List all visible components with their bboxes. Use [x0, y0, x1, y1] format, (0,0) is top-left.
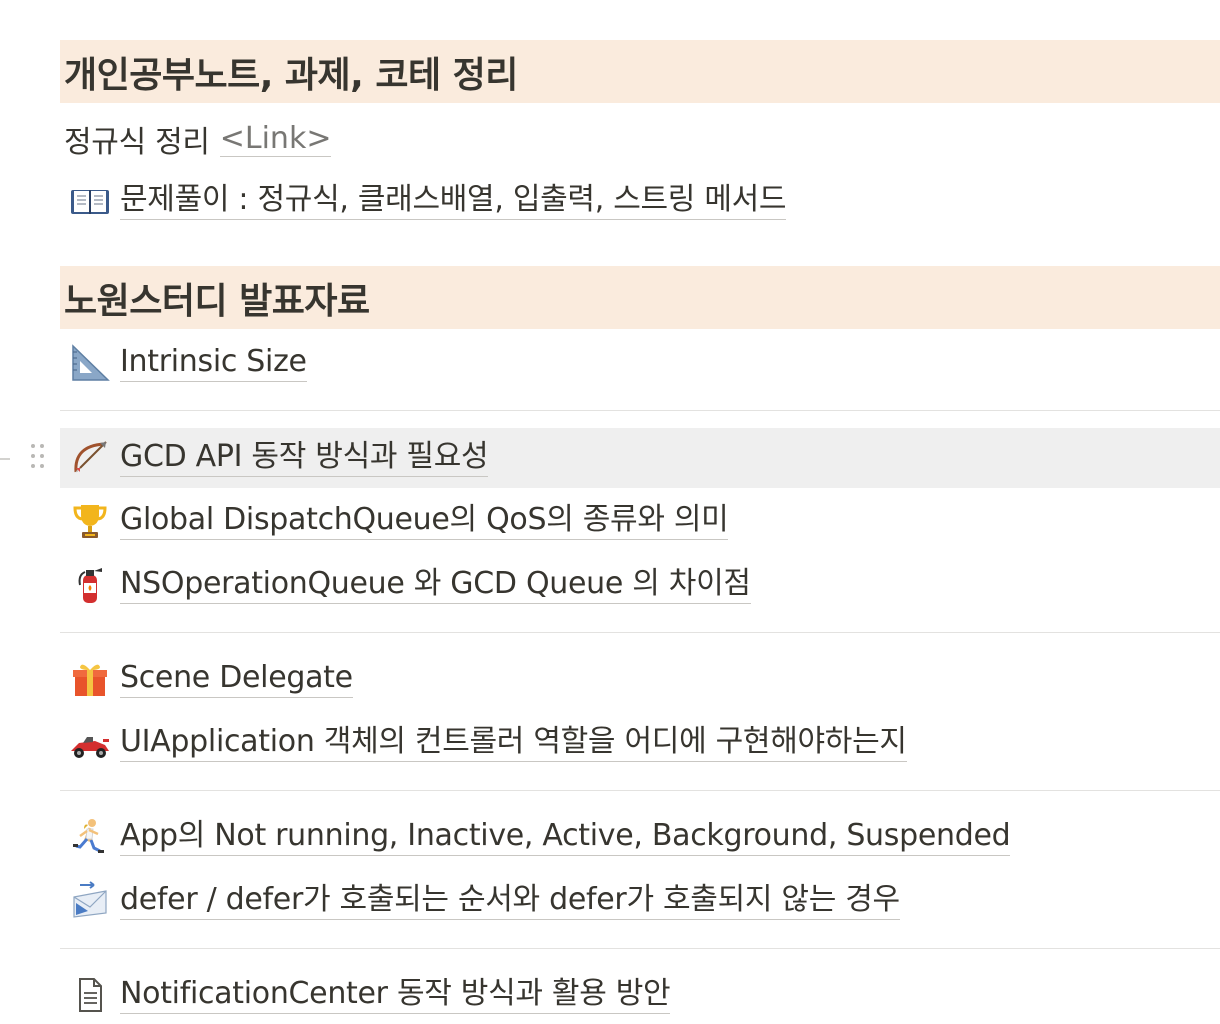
- page-link-label[interactable]: Intrinsic Size: [120, 344, 307, 382]
- page-link-intrinsic-size[interactable]: Intrinsic Size: [60, 335, 1220, 391]
- page-link-app-states[interactable]: App의 Not running, Inactive, Active, Back…: [60, 809, 1220, 865]
- page-link-notificationcenter[interactable]: NotificationCenter 동작 방식과 활용 방안: [60, 967, 1220, 1023]
- page-link-label[interactable]: 문제풀이 : 정규식, 클래스배열, 입출력, 스트링 메서드: [120, 182, 787, 220]
- regex-link[interactable]: <Link>: [219, 121, 332, 157]
- page-link-label[interactable]: NSOperationQueue 와 GCD Queue 의 차이점: [120, 566, 751, 604]
- section-header-personal-notes: 개인공부노트, 과제, 코테 정리: [60, 40, 1220, 103]
- block-guide-line: [0, 458, 10, 460]
- regex-notes-label: 정규식 정리: [64, 125, 210, 160]
- divider: [60, 632, 1220, 633]
- page-link-label[interactable]: NotificationCenter 동작 방식과 활용 방안: [120, 976, 671, 1014]
- page-link-uiapplication[interactable]: UIApplication 객체의 컨트롤러 역할을 어디에 구현해야하는지: [60, 715, 1220, 771]
- fire-extinguisher-icon: [66, 565, 114, 605]
- page-document-icon: [66, 975, 114, 1015]
- page-link-label[interactable]: defer / defer가 호출되는 순서와 defer가 호출되지 않는 경…: [120, 882, 900, 920]
- page-link-label[interactable]: Scene Delegate: [120, 660, 353, 698]
- page-link-scene-delegate[interactable]: Scene Delegate: [60, 651, 1220, 707]
- divider: [60, 790, 1220, 791]
- triangular-ruler-icon: [66, 343, 114, 383]
- page-link-label[interactable]: App의 Not running, Inactive, Active, Back…: [120, 818, 1011, 856]
- runner-icon: [66, 817, 114, 857]
- page-link-nsoperationqueue[interactable]: NSOperationQueue 와 GCD Queue 의 차이점: [60, 557, 1220, 613]
- trophy-icon: [66, 501, 114, 541]
- open-book-icon: [66, 181, 114, 221]
- page-link-problem-solving[interactable]: 문제풀이 : 정규식, 클래스배열, 입출력, 스트링 메서드: [60, 173, 1220, 229]
- drag-handle-icon[interactable]: [28, 440, 48, 474]
- divider: [60, 410, 1220, 411]
- page-link-label[interactable]: Global DispatchQueue의 QoS의 종류와 의미: [120, 502, 729, 540]
- incoming-envelope-icon: [66, 881, 114, 921]
- bow-and-arrow-icon: [66, 438, 114, 478]
- page-link-global-dispatchqueue[interactable]: Global DispatchQueue의 QoS의 종류와 의미: [60, 493, 1220, 549]
- section-title: 노원스터디 발표자료: [64, 280, 370, 322]
- page-link-label[interactable]: UIApplication 객체의 컨트롤러 역할을 어디에 구현해야하는지: [120, 724, 907, 762]
- racing-car-icon: [66, 723, 114, 763]
- regex-notes-row: 정규식 정리 <Link>: [60, 111, 1220, 167]
- divider: [60, 948, 1220, 949]
- page-link-label[interactable]: GCD API 동작 방식과 필요성: [120, 439, 489, 477]
- gift-icon: [66, 659, 114, 699]
- section-header-study-presentations: 노원스터디 발표자료: [60, 266, 1220, 329]
- section-title: 개인공부노트, 과제, 코테 정리: [64, 54, 518, 96]
- page-link-defer[interactable]: defer / defer가 호출되는 순서와 defer가 호출되지 않는 경…: [60, 873, 1220, 929]
- page-link-gcd-api[interactable]: GCD API 동작 방식과 필요성: [60, 428, 1220, 488]
